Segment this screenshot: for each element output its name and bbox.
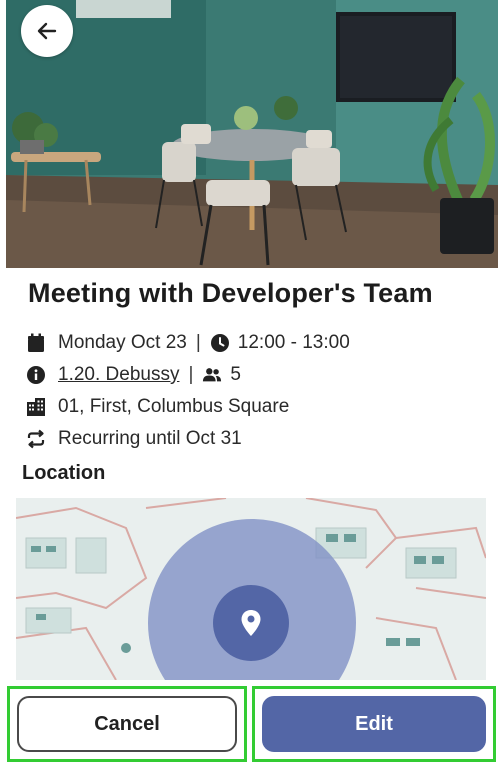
- location-heading: Location: [22, 462, 106, 484]
- edit-button-container: Edit: [252, 686, 496, 762]
- room-row: 1.20. Debussy | 5: [26, 362, 241, 388]
- event-time: 12:00 - 13:00: [237, 332, 350, 353]
- event-title: Meeting with Developer's Team: [28, 278, 433, 308]
- attendee-count: 5: [230, 364, 241, 385]
- info-icon: [26, 365, 46, 385]
- location-pin-icon: [240, 609, 262, 637]
- recurrence-text: Recurring until Oct 31: [58, 428, 242, 449]
- clock-icon: [210, 333, 230, 353]
- back-button[interactable]: [21, 5, 73, 57]
- separator: |: [195, 332, 201, 353]
- floor-map[interactable]: [16, 498, 486, 680]
- building-icon: [26, 397, 46, 417]
- separator: |: [188, 364, 194, 385]
- calendar-icon: [26, 333, 46, 353]
- arrow-left-icon: [35, 19, 59, 43]
- cancel-button[interactable]: Cancel: [17, 696, 237, 752]
- location-pin[interactable]: [213, 585, 289, 661]
- room-link[interactable]: 1.20. Debussy: [58, 364, 179, 386]
- edit-button[interactable]: Edit: [262, 696, 486, 752]
- repeat-icon: [26, 429, 46, 449]
- building-row: 01, First, Columbus Square: [26, 394, 289, 420]
- recurrence-row: Recurring until Oct 31: [26, 426, 242, 452]
- date-time-row: Monday Oct 23 | 12:00 - 13:00: [26, 330, 350, 356]
- room-photo: [6, 0, 498, 268]
- building-address: 01, First, Columbus Square: [58, 396, 290, 417]
- event-date: Monday Oct 23: [58, 332, 187, 353]
- people-icon: [202, 365, 222, 385]
- cancel-button-container: Cancel: [7, 686, 247, 762]
